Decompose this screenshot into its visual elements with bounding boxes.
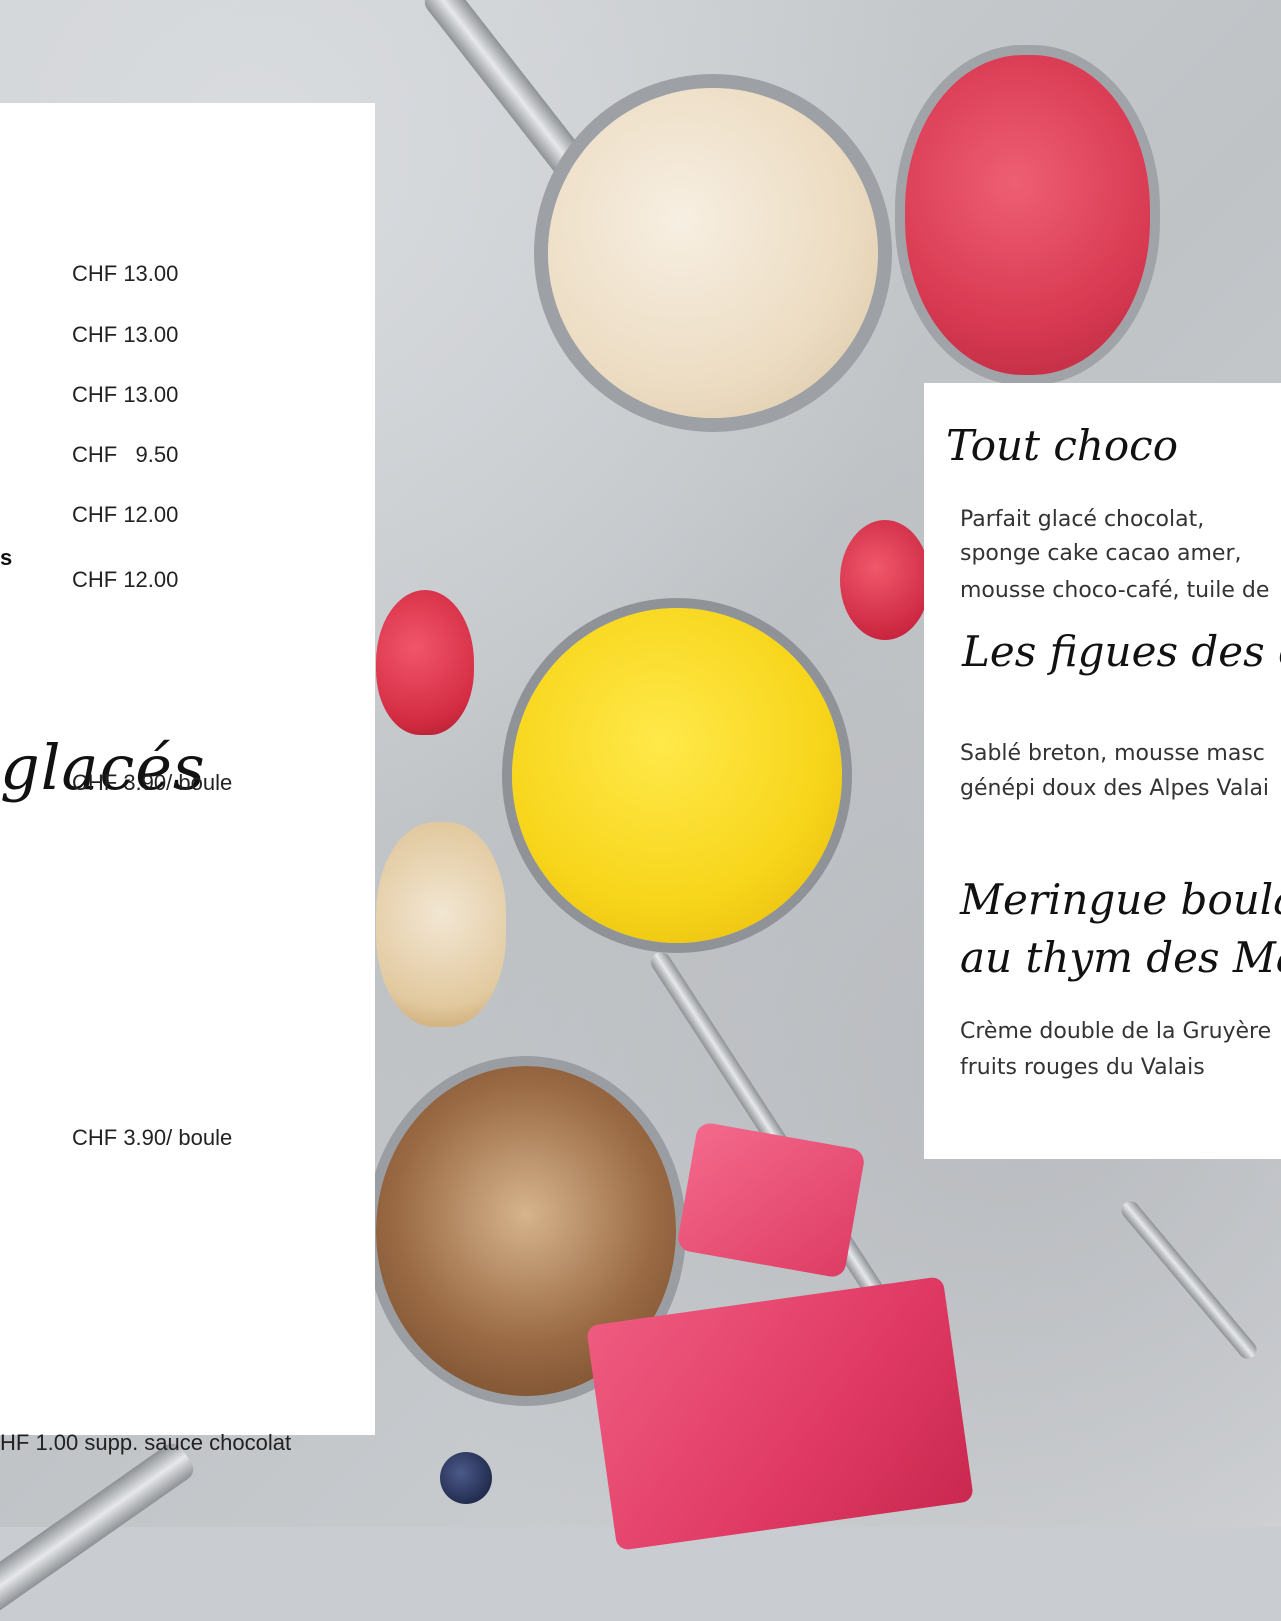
vanilla-ice-cream-scoop — [548, 88, 878, 418]
dessert-description-line: mousse choco-café, tuile de — [960, 578, 1270, 603]
scoop-handle — [1117, 1197, 1261, 1363]
menu-price: CHF 13.00 — [72, 322, 179, 347]
scoop-price: CHF 3.90/ boule — [72, 1125, 233, 1150]
pink-ice-cubes — [585, 1276, 975, 1551]
menu-price: CHF 13.00 — [72, 382, 179, 407]
blueberry — [440, 1452, 492, 1504]
mango-sorbet-scoop — [512, 608, 842, 943]
raspberry-sorbet-scoop — [905, 55, 1150, 375]
dessert-title: Meringue boulang — [960, 875, 1281, 924]
dessert-description-line: Crème double de la Gruyère — [960, 1019, 1272, 1044]
dessert-title: Les figues des ch — [962, 627, 1281, 676]
dessert-title: Tout choco — [946, 421, 1178, 470]
raspberry — [840, 520, 930, 640]
menu-price: CHF 9.50 — [72, 442, 179, 467]
left-menu-card: CHF 13.00 CHF 13.00 CHF 13.00 s CHF 9.50… — [0, 103, 375, 1455]
dessert-description-line: sponge cake cacao amer, — [960, 541, 1242, 566]
supplement-note: HF 1.00 supp. sauce chocolat — [0, 1430, 292, 1455]
dessert-description-line: Parfait glacé chocolat, — [960, 507, 1205, 532]
right-menu-card: Tout choco Parfait glacé chocolat, spong… — [924, 383, 1281, 1159]
scoop-price: CHF 3.90/ boule — [72, 770, 233, 795]
menu-price: CHF 12.00 — [72, 567, 179, 592]
dessert-title-line2: au thym des Mar — [960, 933, 1281, 982]
pink-ice-cube — [676, 1121, 866, 1279]
dessert-description-line: fruits rouges du Valais — [960, 1055, 1205, 1080]
menu-price: CHF 12.00 — [72, 502, 179, 527]
strawberry — [376, 590, 474, 735]
cream-ice-cream-scoop — [376, 822, 506, 1027]
dessert-description-line: Sablé breton, mousse masc — [960, 741, 1265, 766]
truncated-item-name: s — [0, 545, 13, 570]
scoop-handle — [0, 1439, 198, 1621]
dessert-description-line: génépi doux des Alpes Valai — [960, 776, 1270, 801]
menu-price: CHF 13.00 — [72, 261, 179, 286]
